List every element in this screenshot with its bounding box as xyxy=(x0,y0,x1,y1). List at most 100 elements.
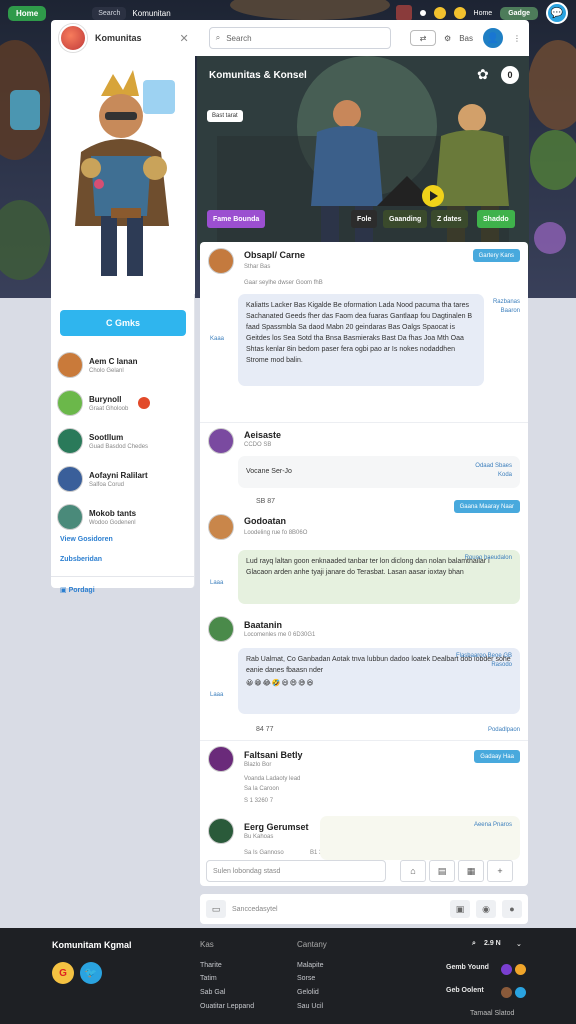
message-author: Eerg Gerumset xyxy=(244,822,309,832)
message-meta: Blazlo Bor xyxy=(244,762,272,768)
avatar xyxy=(57,504,83,530)
message-meta: Voanda Ladaoty lead xyxy=(244,776,301,782)
message-input[interactable]: Sulen lobondag stasd xyxy=(206,860,386,882)
banner-pill[interactable]: Shaddo xyxy=(477,210,515,228)
footer-account[interactable]: Gemb Yound xyxy=(446,964,489,971)
footer-link[interactable]: Sorse xyxy=(297,975,315,982)
avatar xyxy=(208,428,234,454)
home-button[interactable]: Home xyxy=(8,5,47,21)
contact-item[interactable]: Aofayni Ralilart Salfoa Corud xyxy=(57,460,191,498)
image-icon[interactable]: ▤ xyxy=(429,860,455,882)
banner-pill[interactable]: Gaanding xyxy=(383,210,428,228)
banner-tag: Bast tarat xyxy=(207,110,243,122)
subscriptions-link[interactable]: Zubsberidan xyxy=(60,556,102,563)
page-icon: ▣ xyxy=(60,587,67,594)
user-label[interactable]: Home xyxy=(474,10,493,17)
message-author: Faltsani Betly xyxy=(244,750,303,760)
community-window: Komunitas ✕ ⌕ Search ⇄ ⚙ Bas 👤 ⋮ C Gmks … xyxy=(51,20,529,928)
emoji-row: 😀😁😂🤣😃😄😅😆 xyxy=(246,680,315,687)
contact-name: Aofayni Ralilart xyxy=(89,470,148,480)
footer-link[interactable]: Tharite xyxy=(200,962,222,969)
contact-item[interactable]: Sootllum Guad Basdod Chedes xyxy=(57,422,191,460)
orange-badge-icon xyxy=(515,964,526,975)
featured-banner[interactable]: Komunitas & Konsel ✿ 0 Bast tarat xyxy=(197,56,529,260)
message-composer: Sulen lobondag stasd ⌂ ▤ ▦ + xyxy=(200,856,528,886)
footer-link[interactable]: Malapite xyxy=(297,962,323,969)
search-icon[interactable]: ⌕ xyxy=(472,940,476,948)
divider xyxy=(51,576,195,577)
close-icon[interactable]: ✕ xyxy=(180,32,189,45)
message-meta: Loodeling rue fo 8B06O xyxy=(244,530,308,536)
home-icon[interactable]: ⌂ xyxy=(400,860,426,882)
footer-link[interactable]: Sab Gal xyxy=(200,989,225,996)
avatar xyxy=(57,428,83,454)
brand-g-icon[interactable]: G xyxy=(52,962,74,984)
message-meta: Bu Kahoas xyxy=(244,834,274,840)
footer-link[interactable]: Sau Ucil xyxy=(297,1003,323,1010)
banner-pill[interactable]: Z dates xyxy=(431,210,468,228)
view-all-link[interactable]: View Gosidoren xyxy=(60,536,113,543)
footer-account[interactable]: Geb Oolent xyxy=(446,987,484,994)
footer-stat: 2.9 N xyxy=(484,940,501,947)
chevron-down-icon[interactable]: ⌄ xyxy=(516,940,522,948)
gadge-button[interactable]: Gadge xyxy=(500,6,538,20)
attachment-icon[interactable]: ▭ xyxy=(206,900,226,918)
footer-link[interactable]: Tamaal Slatod xyxy=(470,1010,514,1017)
category-badge[interactable]: Gadaay Haa xyxy=(474,750,520,763)
category-badge[interactable]: Gaana Maaray Naar xyxy=(453,500,520,513)
message-bubble: Lud rayq laltan goon enknaaded tanbar te… xyxy=(238,550,520,604)
message-meta: CCDO SB xyxy=(244,442,272,448)
contact-item[interactable]: Burynoll Graat Gholoob xyxy=(57,384,191,422)
banner-pill[interactable]: Fole xyxy=(351,210,378,228)
contact-name: Mokob tants xyxy=(89,508,137,518)
star-icon xyxy=(453,7,466,19)
message-side: Rouoo baeudalon xyxy=(464,555,512,561)
add-icon[interactable]: + xyxy=(487,860,513,882)
search-button[interactable]: Search xyxy=(92,6,127,20)
tool-label[interactable]: Bas xyxy=(459,34,473,43)
gif-icon[interactable]: ◉ xyxy=(476,900,496,918)
message-side: Flasbaaroo Beoe GB Rasodo xyxy=(455,653,512,668)
coin-icon xyxy=(433,7,446,19)
community-logo-icon xyxy=(59,24,87,52)
calendar-icon[interactable]: ▣ xyxy=(450,900,470,918)
footer-link[interactable]: Ouatitar Leppand xyxy=(200,1003,254,1010)
primary-cta-button[interactable]: C Gmks xyxy=(60,310,186,336)
message-meta: Sa la Caroon xyxy=(244,786,280,792)
chat-bubble-icon[interactable]: 💬 xyxy=(546,2,568,24)
avatar xyxy=(208,248,234,274)
secondary-input[interactable]: Sanccedasytel xyxy=(232,906,278,913)
contact-list: Aem C lanan Cholo Gelanl Burynoll Graat … xyxy=(57,346,191,536)
topbar-title: Komunitan xyxy=(132,8,171,18)
timestamp: 84 77 xyxy=(256,726,274,733)
message-author: Aeisaste xyxy=(244,430,282,440)
left-note: Kaaa xyxy=(210,336,225,342)
settings-icon[interactable]: ⚙ xyxy=(444,34,451,43)
view-toggle-button[interactable]: ⇄ xyxy=(410,30,437,46)
footer-link[interactable]: Gelolid xyxy=(297,989,319,996)
message-author: Baatanin xyxy=(244,620,283,630)
category-badge[interactable]: Gartery Kans xyxy=(472,249,520,262)
message-author: Godoatan xyxy=(244,516,286,526)
footer-title: Komunitam Kgmal xyxy=(52,940,132,950)
avatar xyxy=(208,616,234,642)
message-body: Kaliatts Lacker Bas Kigalde Be oformatio… xyxy=(246,302,473,364)
message-meta: Gaar seylhe dwser Goom fhB xyxy=(244,280,323,286)
contact-status: Wodoo Godenenl xyxy=(89,519,136,526)
contact-item[interactable]: Mokob tants Wodoo Godenenl xyxy=(57,498,191,536)
banner-circle-button[interactable]: 0 xyxy=(501,66,519,84)
record-icon[interactable]: ● xyxy=(502,900,522,918)
search-input[interactable]: ⌕ Search xyxy=(208,27,391,49)
contact-name: Burynoll xyxy=(89,394,122,404)
footer-link[interactable]: Tatim xyxy=(200,975,217,982)
message-author: Obsapl/ Carne xyxy=(244,250,306,260)
banner-gear-icon[interactable]: ✿ xyxy=(477,66,489,83)
user-avatar-icon[interactable] xyxy=(395,5,412,21)
pages-link[interactable]: ▣ Pordagi xyxy=(60,586,95,594)
contact-item[interactable]: Aem C lanan Cholo Gelanl xyxy=(57,346,191,384)
more-menu-icon[interactable]: ⋮ xyxy=(513,34,521,43)
profile-avatar-icon[interactable]: 👤 xyxy=(481,26,505,50)
banner-pill-primary[interactable]: Fame Bounda xyxy=(207,210,266,228)
media-icon[interactable]: ▦ xyxy=(458,860,484,882)
twitter-icon[interactable]: 🐦 xyxy=(80,962,102,984)
